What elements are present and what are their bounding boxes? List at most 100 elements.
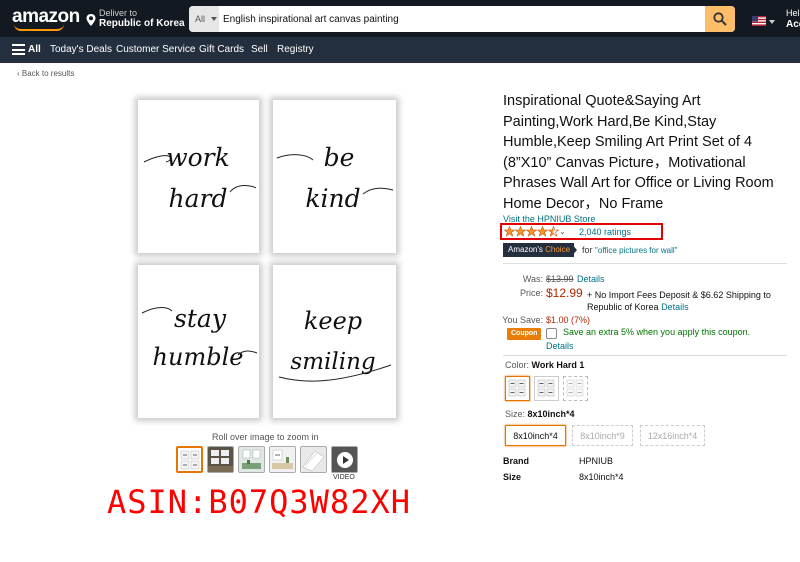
color-label: Color: Work Hard 1 xyxy=(505,360,584,370)
spec-size-value: 8x10inch*4 xyxy=(579,472,624,482)
divider xyxy=(503,263,787,264)
badge-keyword-line: for "office pictures for wall" xyxy=(582,245,677,255)
spec-brand-key: Brand xyxy=(503,456,530,466)
canvas-line1: stay xyxy=(174,304,227,333)
spec-brand-value: HPNIUB xyxy=(579,456,614,466)
badge-for-label: for xyxy=(582,245,593,255)
was-details-link[interactable]: Details xyxy=(577,274,605,284)
search-bar: All xyxy=(189,6,735,32)
search-department-dropdown[interactable]: All xyxy=(189,6,219,32)
import-details-link[interactable]: Details xyxy=(661,302,689,312)
canvas-line2: humble xyxy=(153,343,244,371)
nav-gift-cards[interactable]: Gift Cards xyxy=(199,44,244,55)
canvas-art: stay humble xyxy=(141,304,258,371)
size-option-8x10x4[interactable]: 8x10inch*4 xyxy=(505,425,566,446)
nav-all[interactable]: All xyxy=(28,44,41,55)
rating-chevron-icon[interactable]: ⌄ xyxy=(559,227,566,236)
swatch-image xyxy=(566,379,584,397)
color-value: Work Hard 1 xyxy=(531,360,585,370)
top-nav-bar: amazon Deliver to Republic of Korea All … xyxy=(0,0,800,37)
import-fees-text: + No Import Fees Deposit & $6.62 Shippin… xyxy=(587,289,787,313)
search-button[interactable] xyxy=(705,6,735,32)
back-to-results-link[interactable]: ‹ Back to results xyxy=(17,69,74,78)
was-price: $13.99 xyxy=(546,274,574,284)
star-rating-icon[interactable] xyxy=(504,226,560,237)
canvas-keep-smiling[interactable]: keep smiling xyxy=(273,265,396,418)
size-option-12x16x4[interactable]: 12x16inch*4 xyxy=(640,425,705,446)
coupon-text[interactable]: Save an extra 5% when you apply this cou… xyxy=(563,327,750,337)
sub-nav-bar: All Today's Deals Customer Service Gift … xyxy=(0,37,800,63)
search-icon xyxy=(713,12,727,26)
thumbnail-3[interactable] xyxy=(238,446,265,473)
search-department-label: All xyxy=(195,14,206,24)
chevron-down-icon xyxy=(211,17,217,21)
play-icon xyxy=(337,452,353,468)
price-label: Price: xyxy=(519,288,543,298)
nav-sell[interactable]: Sell xyxy=(251,44,268,55)
thumbnail-2[interactable] xyxy=(207,446,234,473)
you-save-value: $1.00 (7%) xyxy=(546,315,591,325)
language-chevron-icon xyxy=(769,20,775,24)
canvas-line1: be xyxy=(324,143,355,172)
amazons-choice-badge: Amazon's Choice xyxy=(503,243,575,257)
deliver-label: Deliver to xyxy=(99,8,138,18)
video-thumbnail[interactable] xyxy=(331,446,358,473)
thumbnail-image xyxy=(178,448,201,471)
hamburger-menu-icon[interactable] xyxy=(12,44,25,55)
amazon-logo-smile-icon xyxy=(14,24,64,31)
was-label: Was: xyxy=(522,274,543,284)
size-label-text: Size: xyxy=(505,409,526,419)
nav-customer-service[interactable]: Customer Service xyxy=(116,44,195,55)
you-save-label: You Save: xyxy=(502,315,543,325)
ratings-count-link[interactable]: 2,040 ratings xyxy=(579,227,631,237)
canvas-stay-humble[interactable]: stay humble xyxy=(138,265,259,418)
divider xyxy=(503,355,787,356)
spec-size-key: Size xyxy=(503,472,522,482)
account-greeting: Hell xyxy=(786,8,800,18)
zoom-hint: Roll over image to zoom in xyxy=(212,432,319,442)
badge-main: Amazon's xyxy=(508,245,543,254)
search-input[interactable] xyxy=(223,6,693,32)
color-swatch-2[interactable] xyxy=(534,376,559,401)
badge-arrow-icon xyxy=(571,243,577,257)
canvas-line1: keep xyxy=(304,307,362,335)
canvas-work-hard[interactable]: work hard xyxy=(138,100,259,253)
thumbnail-image xyxy=(208,447,233,472)
thumbnail-image xyxy=(301,447,326,472)
nav-registry[interactable]: Registry xyxy=(277,44,314,55)
canvas-art: work hard xyxy=(143,143,257,213)
coupon-details-link[interactable]: Details xyxy=(546,341,574,351)
canvas-line2: kind xyxy=(305,184,360,213)
size-option-8x10x9[interactable]: 8x10inch*9 xyxy=(572,425,633,446)
thumbnail-5[interactable] xyxy=(300,446,327,473)
deliver-country: Republic of Korea xyxy=(99,18,185,29)
swatch-image xyxy=(508,379,526,397)
location-pin-icon xyxy=(86,14,96,26)
thumbnail-1[interactable] xyxy=(176,446,203,473)
color-swatch-work-hard[interactable] xyxy=(505,376,530,401)
canvas-line1: work xyxy=(166,143,230,172)
thumbnail-image xyxy=(239,447,264,472)
us-flag-icon[interactable] xyxy=(752,16,766,26)
account-menu[interactable]: Acc xyxy=(786,19,800,30)
thumbnail-image xyxy=(270,447,295,472)
badge-keyword-link[interactable]: "office pictures for wall" xyxy=(595,246,677,255)
canvas-line2: smiling xyxy=(290,349,375,375)
badge-accent: Choice xyxy=(545,245,571,254)
nav-todays-deals[interactable]: Today's Deals xyxy=(50,44,112,55)
canvas-line2: hard xyxy=(169,184,228,213)
size-label: Size: 8x10inch*4 xyxy=(505,409,575,419)
coupon-badge: Coupon xyxy=(507,328,542,340)
canvas-be-kind[interactable]: be kind xyxy=(273,100,396,253)
color-swatch-3[interactable] xyxy=(563,376,588,401)
asin-overlay-text: ASIN:B07Q3W82XH xyxy=(107,483,411,521)
coupon-checkbox[interactable] xyxy=(546,328,557,339)
price-value: $12.99 xyxy=(546,286,583,300)
product-title: Inspirational Quote&Saying Art Painting,… xyxy=(503,93,774,212)
color-label-text: Color: xyxy=(505,360,530,370)
canvas-art: keep smiling xyxy=(278,307,392,382)
swatch-image xyxy=(537,379,555,397)
thumbnail-4[interactable] xyxy=(269,446,296,473)
size-value: 8x10inch*4 xyxy=(527,409,575,419)
canvas-art: be kind xyxy=(276,143,394,213)
